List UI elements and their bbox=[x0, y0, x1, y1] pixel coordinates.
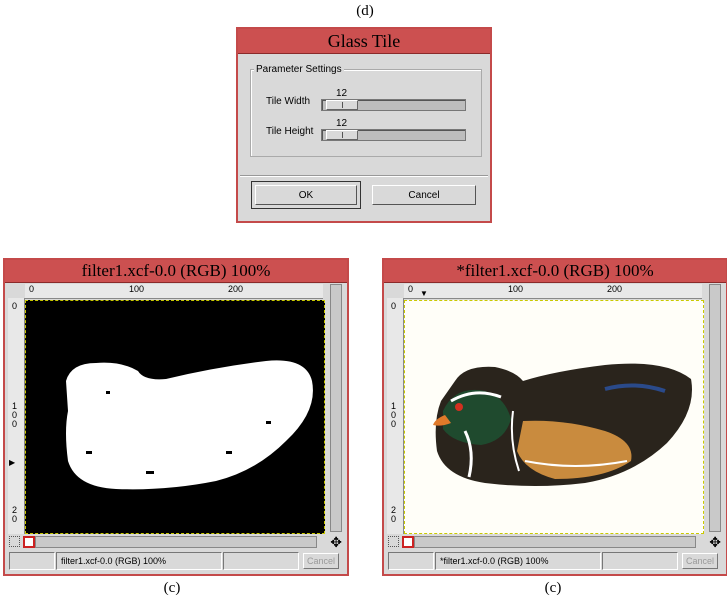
navigate-icon[interactable]: ✥ bbox=[330, 534, 342, 551]
caption-d: (d) bbox=[356, 3, 374, 19]
ruler-h-200: 200 bbox=[228, 284, 244, 294]
duck-mask-shape bbox=[66, 360, 313, 490]
tile-width-value: 12 bbox=[336, 88, 348, 99]
ok-button-default-frame: OK bbox=[251, 181, 361, 209]
parameter-group-label: Parameter Settings bbox=[254, 64, 344, 75]
ruler-v-0: 0 bbox=[12, 301, 18, 311]
ruler-v-100: 1 0 0 bbox=[12, 401, 18, 429]
tile-width-label: Tile Width bbox=[266, 96, 311, 107]
ruler-pointer-icon: ▶ bbox=[9, 458, 16, 467]
tile-width-slider-thumb[interactable] bbox=[326, 100, 358, 110]
glass-tile-dialog: Glass Tile Parameter Settings 12 Tile Wi… bbox=[236, 27, 492, 223]
right-window-title: *filter1.xcf-0.0 (RGB) 100% bbox=[384, 260, 726, 283]
left-image-window: filter1.xcf-0.0 (RGB) 100% 0 100 200 0 1… bbox=[3, 258, 349, 576]
parameter-group bbox=[250, 69, 482, 157]
progress-area bbox=[223, 552, 299, 570]
quick-mask-icon[interactable] bbox=[388, 536, 399, 547]
duck-image-canvas[interactable] bbox=[404, 300, 704, 534]
mask-canvas[interactable] bbox=[25, 300, 325, 534]
dialog-title: Glass Tile bbox=[238, 29, 490, 54]
dialog-separator bbox=[240, 175, 488, 177]
tile-height-slider[interactable] bbox=[321, 129, 466, 141]
ruler-h-100: 100 bbox=[508, 284, 524, 294]
tile-height-slider-thumb[interactable] bbox=[326, 130, 358, 140]
ruler-h-200: 200 bbox=[607, 284, 623, 294]
ruler-pointer-icon: ▼ bbox=[420, 289, 428, 298]
ruler-h-0: 0 bbox=[408, 284, 414, 294]
status-cancel-button[interactable]: Cancel bbox=[303, 553, 339, 569]
quick-mask-toggle-icon[interactable] bbox=[402, 536, 414, 548]
cancel-button[interactable]: Cancel bbox=[372, 185, 476, 205]
ruler-v-200: 2 0 bbox=[12, 505, 18, 524]
caption-left: (c) bbox=[163, 580, 181, 596]
tile-height-value: 12 bbox=[336, 118, 348, 129]
ruler-v-200: 2 0 bbox=[391, 505, 397, 524]
vertical-ruler[interactable]: 0 1 0 0 2 0 bbox=[387, 298, 404, 534]
ok-button[interactable]: OK bbox=[255, 185, 357, 205]
status-text: *filter1.xcf-0.0 (RGB) 100% bbox=[435, 552, 601, 570]
status-left-empty bbox=[388, 552, 434, 570]
progress-area bbox=[602, 552, 678, 570]
navigate-icon[interactable]: ✥ bbox=[709, 534, 721, 551]
right-image-window: *filter1.xcf-0.0 (RGB) 100% 0 100 200 ▼ … bbox=[382, 258, 727, 576]
ruler-h-100: 100 bbox=[129, 284, 145, 294]
horizontal-ruler[interactable]: 0 100 200 bbox=[25, 284, 323, 299]
quick-mask-icon[interactable] bbox=[9, 536, 20, 547]
ruler-v-100: 1 0 0 bbox=[391, 401, 397, 429]
ruler-h-0: 0 bbox=[29, 284, 35, 294]
vertical-scrollbar[interactable] bbox=[330, 284, 342, 532]
left-window-title: filter1.xcf-0.0 (RGB) 100% bbox=[5, 260, 347, 283]
vertical-scrollbar[interactable] bbox=[709, 284, 721, 532]
horizontal-ruler[interactable]: 0 100 200 ▼ bbox=[404, 284, 702, 299]
wood-duck-image bbox=[433, 363, 692, 486]
vertical-ruler[interactable]: 0 1 0 0 2 0 ▶ bbox=[8, 298, 25, 534]
horizontal-scrollbar[interactable] bbox=[414, 536, 696, 548]
status-left-empty bbox=[9, 552, 55, 570]
caption-right: (c) bbox=[544, 580, 562, 596]
tile-width-slider[interactable] bbox=[321, 99, 466, 111]
quick-mask-toggle-icon[interactable] bbox=[23, 536, 35, 548]
status-text: filter1.xcf-0.0 (RGB) 100% bbox=[56, 552, 222, 570]
tile-height-label: Tile Height bbox=[266, 126, 314, 137]
status-cancel-button[interactable]: Cancel bbox=[682, 553, 718, 569]
ruler-v-0: 0 bbox=[391, 301, 397, 311]
horizontal-scrollbar[interactable] bbox=[35, 536, 317, 548]
